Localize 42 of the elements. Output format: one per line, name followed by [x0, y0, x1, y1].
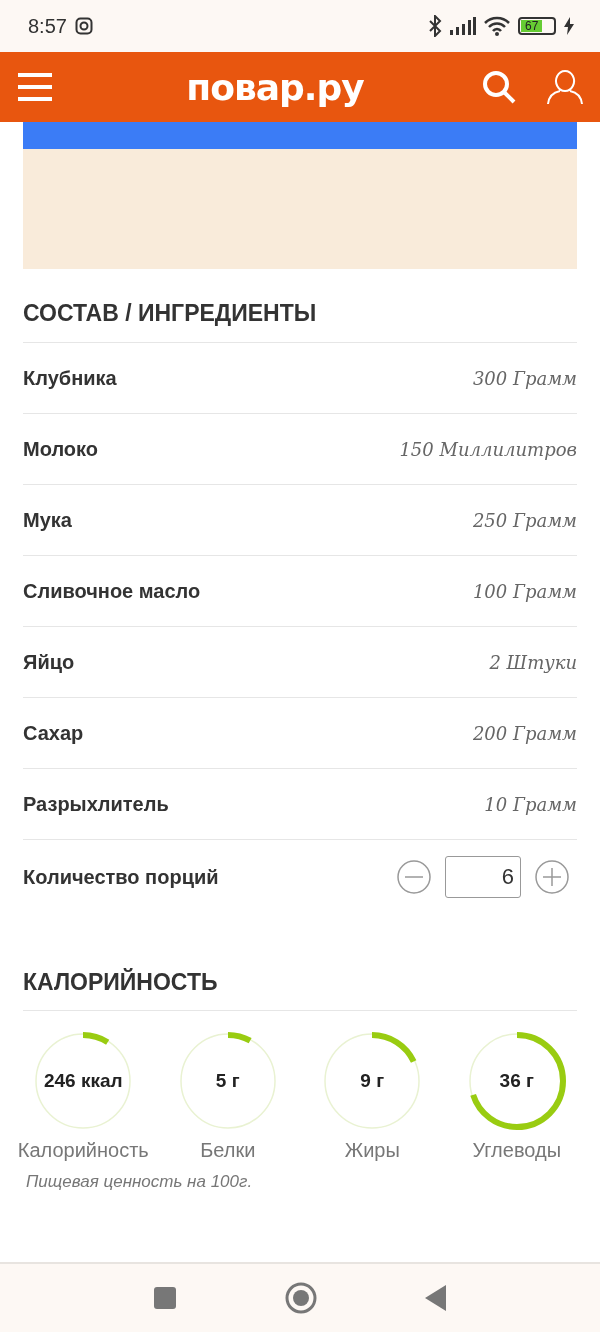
ingredient-amount: 10 Грамм: [484, 793, 577, 815]
ingredient-name: Мука: [23, 508, 72, 532]
recents-icon[interactable]: [153, 1286, 177, 1310]
nutrition-label: Белки: [200, 1139, 256, 1162]
home-icon[interactable]: [285, 1282, 317, 1314]
ingredient-amount: 200 Грамм: [472, 722, 577, 744]
nutrition-label: Углеводы: [472, 1139, 562, 1162]
nutrition-value: 9 г: [359, 1069, 386, 1093]
ingredient-name: Молоко: [23, 437, 98, 461]
servings-field[interactable]: 6: [445, 856, 521, 898]
signal-icon: [450, 17, 476, 35]
ingredient-name: Клубника: [23, 366, 117, 390]
nutrition-note: Пищевая ценность на 100г.: [26, 1172, 254, 1192]
plus-icon[interactable]: [535, 860, 569, 894]
ingredient-amount: 2 Штуки: [489, 651, 577, 673]
back-icon[interactable]: [425, 1285, 447, 1311]
nutrition-value: 246 ккал: [42, 1069, 124, 1093]
section-title: СОСТАВ / ИНГРЕДИЕНТЫ: [23, 269, 577, 343]
user-icon[interactable]: [546, 69, 584, 105]
nutrition-value: 36 г: [498, 1069, 535, 1093]
section-title: КАЛОРИЙНОСТЬ: [23, 960, 577, 1011]
nutrition-label: Жиры: [344, 1139, 400, 1162]
ingredient-name: Разрыхлитель: [23, 792, 169, 816]
battery-level: 67: [525, 19, 539, 33]
camera-icon: [74, 17, 93, 35]
menu-icon[interactable]: [18, 73, 52, 101]
wifi-icon: [484, 16, 510, 36]
bluetooth-icon: [428, 15, 442, 37]
charging-icon: [564, 17, 574, 35]
ingredient-amount: 100 Грамм: [472, 580, 577, 602]
clock-time: 8:57: [28, 14, 67, 38]
ingredient-name: Сливочное масло: [23, 579, 201, 603]
ingredient-name: Сахар: [23, 721, 84, 745]
ingredient-amount: 250 Грамм: [472, 509, 577, 531]
search-icon[interactable]: [482, 70, 516, 104]
servings-label: Количество порций: [23, 865, 220, 889]
ingredient-amount: 150 Миллилитров: [399, 438, 577, 460]
ingredient-amount: 300 Грамм: [472, 367, 577, 389]
nutrition-value: 5 г: [214, 1069, 241, 1093]
minus-icon[interactable]: [397, 860, 431, 894]
nutrition-label: Калорийность: [17, 1139, 149, 1162]
ingredient-name: Яйцо: [23, 650, 75, 674]
